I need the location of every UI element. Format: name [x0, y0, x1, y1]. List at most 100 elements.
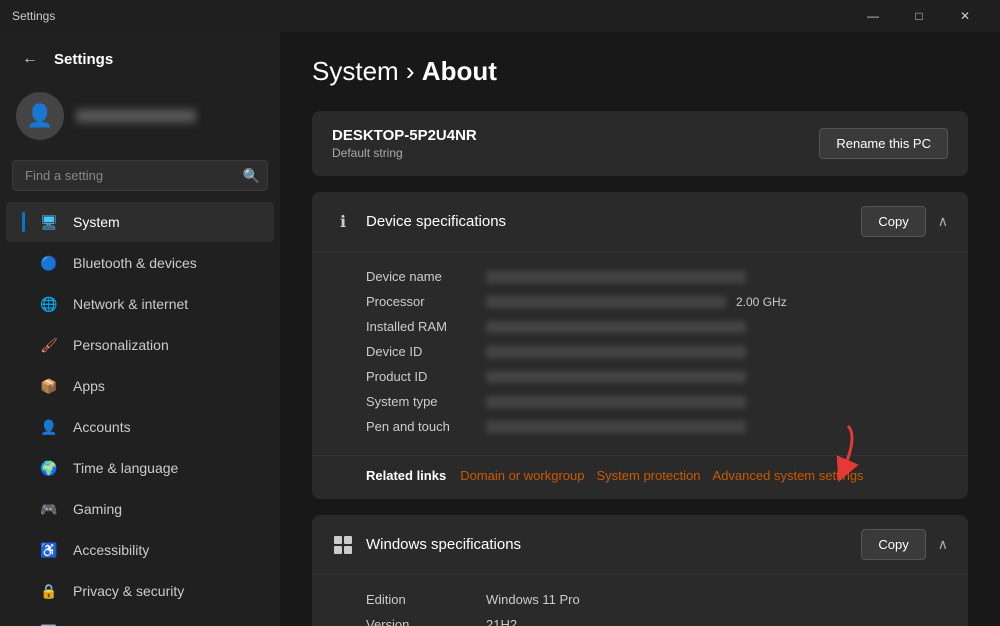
sidebar-item-system[interactable]: 🖥 System: [6, 202, 274, 242]
sidebar-item-apps[interactable]: 📦 Apps: [6, 366, 274, 406]
pc-name: DESKTOP-5P2U4NR: [332, 127, 477, 144]
system-icon: 🖥: [39, 212, 59, 232]
sidebar-nav: 🖥 System 🔵 Bluetooth & devices 🌐 Network…: [0, 201, 280, 626]
breadcrumb-parent: System: [312, 56, 399, 86]
windows-specs-header: Windows specifications Copy ∧: [312, 515, 968, 575]
personalization-icon: 🖌: [39, 335, 59, 355]
spec-value-blurred: [486, 296, 726, 308]
domain-workgroup-link[interactable]: Domain or workgroup: [460, 468, 584, 483]
sidebar-item-accounts[interactable]: 👤 Accounts: [6, 407, 274, 447]
user-icon: 👤: [26, 103, 53, 129]
section-header-left: Windows specifications: [332, 534, 521, 556]
network-icon: 🌐: [39, 294, 59, 314]
spec-value-blurred: [486, 371, 746, 383]
main-panel: System › About DESKTOP-5P2U4NR Default s…: [280, 32, 1000, 626]
spec-row-pen-touch: Pen and touch: [366, 414, 948, 439]
breadcrumb-current: About: [422, 56, 497, 86]
sidebar-item-label: Time & language: [73, 460, 178, 476]
spec-label: Version: [366, 617, 486, 626]
spec-row-edition: Edition Windows 11 Pro: [366, 587, 948, 612]
sidebar-item-label: Network & internet: [73, 296, 188, 312]
sidebar-item-personalization[interactable]: 🖌 Personalization: [6, 325, 274, 365]
sidebar-item-bluetooth[interactable]: 🔵 Bluetooth & devices: [6, 243, 274, 283]
windows-specs-card: Windows specifications Copy ∧ Edition Wi…: [312, 515, 968, 626]
user-section: 👤: [0, 82, 280, 156]
sidebar-item-label: Privacy & security: [73, 583, 184, 599]
info-icon: ℹ: [332, 211, 354, 233]
windows-specs-title: Windows specifications: [366, 536, 521, 553]
device-specs-card: ℹ Device specifications Copy ∧ Device na…: [312, 192, 968, 499]
sidebar-item-privacy[interactable]: 🔒 Privacy & security: [6, 571, 274, 611]
sidebar-item-time[interactable]: 🌍 Time & language: [6, 448, 274, 488]
spec-suffix: 2.00 GHz: [736, 295, 787, 309]
minimize-button[interactable]: —: [850, 0, 896, 32]
spec-label: Processor: [366, 294, 486, 309]
sidebar-item-label: Bluetooth & devices: [73, 255, 197, 271]
sidebar-app-title: Settings: [54, 51, 113, 68]
sidebar-item-network[interactable]: 🌐 Network & internet: [6, 284, 274, 324]
sidebar-item-accessibility[interactable]: ♿ Accessibility: [6, 530, 274, 570]
sidebar-item-label: Accounts: [73, 419, 131, 435]
sidebar-item-gaming[interactable]: 🎮 Gaming: [6, 489, 274, 529]
avatar: 👤: [16, 92, 64, 140]
spec-value: 21H2: [486, 617, 517, 626]
spec-label: Installed RAM: [366, 319, 486, 334]
apps-icon: 📦: [39, 376, 59, 396]
section-header-right: Copy ∧: [861, 206, 948, 237]
page-title: System › About: [312, 56, 968, 87]
windows-specs-copy-button[interactable]: Copy: [861, 529, 925, 560]
spec-row-processor: Processor 2.00 GHz: [366, 289, 948, 314]
update-icon: 🔄: [39, 622, 59, 626]
gaming-icon: 🎮: [39, 499, 59, 519]
close-button[interactable]: ✕: [942, 0, 988, 32]
spec-row-product-id: Product ID: [366, 364, 948, 389]
spec-value: Windows 11 Pro: [486, 592, 580, 607]
user-name: [76, 109, 196, 123]
sidebar: ← Settings 👤 🔍 🖥 System 🔵 Bluetooth & de…: [0, 32, 280, 626]
rename-pc-button[interactable]: Rename this PC: [819, 128, 948, 159]
titlebar-controls: — □ ✕: [850, 0, 988, 32]
pc-name-card: DESKTOP-5P2U4NR Default string Rename th…: [312, 111, 968, 176]
spec-label: Device ID: [366, 344, 486, 359]
accounts-icon: 👤: [39, 417, 59, 437]
spec-label: Pen and touch: [366, 419, 486, 434]
device-specs-chevron[interactable]: ∧: [938, 213, 948, 230]
windows-specs-chevron[interactable]: ∧: [938, 536, 948, 553]
windows-logo: [334, 536, 352, 554]
sidebar-item-label: Personalization: [73, 337, 169, 353]
maximize-button[interactable]: □: [896, 0, 942, 32]
section-header-right: Copy ∧: [861, 529, 948, 560]
system-protection-link[interactable]: System protection: [596, 468, 700, 483]
search-input[interactable]: [12, 160, 268, 191]
related-links-label: Related links: [366, 468, 446, 483]
related-links: Related links Domain or workgroup System…: [312, 455, 968, 499]
sidebar-item-label: Accessibility: [73, 542, 149, 558]
section-header-left: ℹ Device specifications: [332, 211, 506, 233]
sidebar-item-label: Gaming: [73, 501, 122, 517]
windows-spec-rows: Edition Windows 11 Pro Version 21H2 Inst…: [312, 575, 968, 626]
search-box: 🔍: [12, 160, 268, 191]
back-button[interactable]: ←: [16, 46, 44, 72]
spec-value-blurred: [486, 271, 746, 283]
spec-row-system-type: System type: [366, 389, 948, 414]
page-header: System › About: [312, 56, 968, 87]
app-body: ← Settings 👤 🔍 🖥 System 🔵 Bluetooth & de…: [0, 32, 1000, 626]
accessibility-icon: ♿: [39, 540, 59, 560]
spec-label: Edition: [366, 592, 486, 607]
advanced-system-settings-link[interactable]: Advanced system settings: [713, 468, 864, 483]
spec-value-blurred: [486, 346, 746, 358]
windows-icon: [332, 534, 354, 556]
search-icon-button[interactable]: 🔍: [243, 167, 260, 184]
sidebar-item-update[interactable]: 🔄 Windows Update: [6, 612, 274, 626]
spec-row-device-name: Device name: [366, 264, 948, 289]
spec-row-version: Version 21H2: [366, 612, 948, 626]
spec-value-blurred: [486, 321, 746, 333]
device-specs-header: ℹ Device specifications Copy ∧: [312, 192, 968, 252]
time-icon: 🌍: [39, 458, 59, 478]
titlebar-title: Settings: [12, 9, 55, 23]
spec-value-blurred: [486, 396, 746, 408]
device-spec-rows: Device name Processor 2.00 GHz Installed…: [312, 252, 968, 455]
pc-subtext: Default string: [332, 146, 477, 160]
device-specs-copy-button[interactable]: Copy: [861, 206, 925, 237]
titlebar: Settings — □ ✕: [0, 0, 1000, 32]
